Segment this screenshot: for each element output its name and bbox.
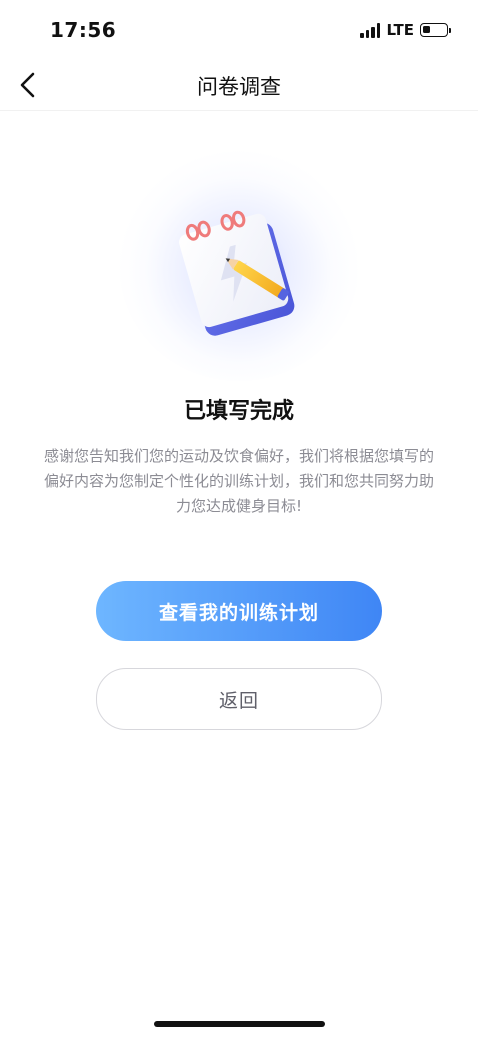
network-type: LTE xyxy=(386,21,414,39)
page-title: 问卷调查 xyxy=(197,75,281,99)
status-time: 17:56 xyxy=(50,18,117,42)
notebook-pencil-icon xyxy=(179,210,295,336)
status-indicators: LTE xyxy=(360,21,451,39)
signal-strength-icon xyxy=(360,22,381,38)
battery-level xyxy=(423,26,431,33)
completion-description: 感谢您告知我们您的运动及饮食偏好，我们将根据您填写的偏好内容为您制定个性化的训练… xyxy=(44,447,435,515)
home-indicator[interactable] xyxy=(154,1021,325,1027)
battery-icon xyxy=(420,23,451,37)
completion-illustration xyxy=(119,151,359,381)
status-bar: 17:56 LTE xyxy=(0,0,478,62)
view-training-plan-button[interactable]: 查看我的训练计划 xyxy=(96,581,382,641)
completion-title: 已填写完成 xyxy=(183,399,294,424)
back-button[interactable]: 返回 xyxy=(96,668,382,730)
nav-bar: 问卷调查 xyxy=(0,62,478,111)
